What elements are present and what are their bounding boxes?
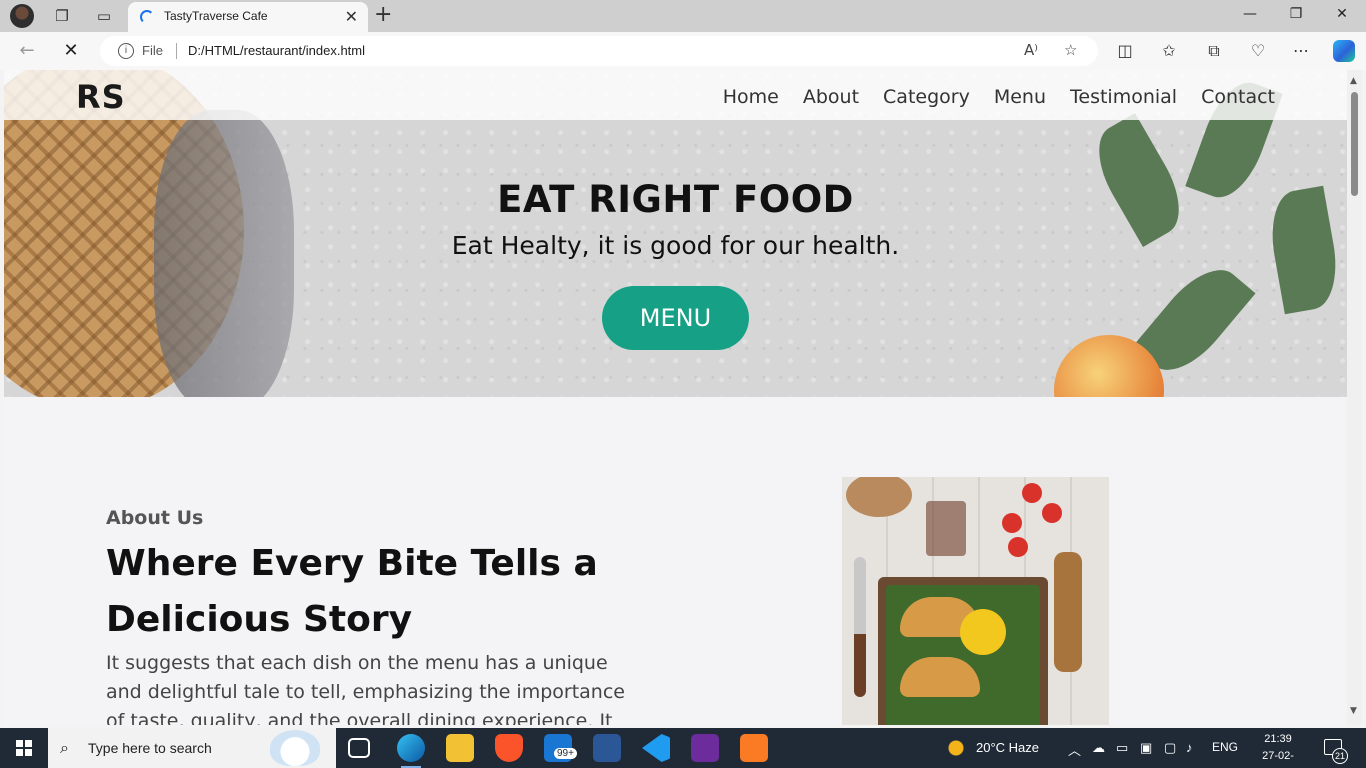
drink-glass: [926, 501, 966, 556]
close-tab-icon[interactable]: ✕: [345, 7, 358, 26]
food-tray: [878, 577, 1048, 725]
tomato: [1002, 513, 1022, 533]
battery-icon[interactable]: ▭: [1116, 740, 1128, 756]
word-icon[interactable]: [593, 734, 621, 762]
scroll-up-icon[interactable]: ▲: [1350, 76, 1357, 86]
visual-studio-icon[interactable]: [691, 734, 719, 762]
onedrive-icon[interactable]: ☁: [1092, 740, 1105, 756]
windows-start-icon[interactable]: [16, 740, 32, 756]
language-indicator[interactable]: ENG: [1212, 740, 1238, 754]
file-label: File: [142, 43, 163, 58]
nav-link-contact[interactable]: Contact: [1201, 86, 1275, 108]
device-icon[interactable]: ▢: [1164, 740, 1176, 756]
copilot-icon[interactable]: [1333, 40, 1355, 62]
about-title: Where Every Bite Tells a Delicious Story: [106, 543, 598, 640]
weather-icon[interactable]: [944, 736, 968, 760]
taskbar-clock[interactable]: 21:39 27-02-2024: [1250, 731, 1306, 768]
workspaces-icon[interactable]: ❐: [52, 6, 72, 26]
mail-badge: 99+: [554, 748, 577, 759]
url-text[interactable]: D:/HTML/restaurant/index.html: [188, 43, 365, 58]
tomato: [1022, 483, 1042, 503]
favorite-star-icon[interactable]: ☆: [1064, 41, 1077, 59]
nav-link-testimonial[interactable]: Testimonial: [1070, 86, 1177, 108]
task-view-icon[interactable]: [348, 738, 370, 758]
browser-tab-strip: ❐ ▭ TastyTraverse Cafe ✕ + — ❐ ✕: [0, 0, 1366, 32]
scroll-down-icon[interactable]: ▼: [1350, 706, 1357, 716]
close-window-icon[interactable]: ✕: [1332, 6, 1352, 22]
taskbar-search[interactable]: ⌕ Type here to search: [48, 728, 336, 768]
tomato: [1042, 503, 1062, 523]
nav-link-about[interactable]: About: [803, 86, 859, 108]
garlic-bowl: [846, 477, 912, 517]
file-explorer-icon[interactable]: [446, 734, 474, 762]
weather-text[interactable]: 20°C Haze: [976, 740, 1039, 755]
back-icon[interactable]: ←: [16, 40, 38, 62]
food-image: [842, 477, 1109, 725]
new-tab-icon[interactable]: +: [374, 4, 392, 26]
scrollbar-thumb[interactable]: [1351, 92, 1358, 196]
about-text: It suggests that each dish on the menu h…: [106, 652, 625, 725]
show-hidden-icons[interactable]: ︿: [1068, 740, 1081, 759]
nav-link-home[interactable]: Home: [723, 86, 779, 108]
collections-icon[interactable]: ⧉: [1203, 41, 1225, 61]
nav-links: Home About Category Menu Testimonial Con…: [723, 86, 1275, 108]
site-logo[interactable]: RS: [76, 78, 126, 116]
address-toolbar: ← ✕ i File D:/HTML/restaurant/index.html…: [0, 32, 1366, 70]
menu-button[interactable]: MENU: [602, 286, 749, 350]
more-icon[interactable]: ⋯: [1290, 41, 1312, 60]
notification-count: 21: [1332, 748, 1348, 764]
site-navbar: RS Home About Category Menu Testimonial …: [4, 70, 1347, 120]
nav-link-category[interactable]: Category: [883, 86, 970, 108]
search-icon: ⌕: [60, 738, 69, 757]
about-tag: About Us: [106, 507, 204, 529]
loading-spinner-icon: [140, 10, 154, 24]
knife: [854, 557, 866, 697]
hero-section: RS Home About Category Menu Testimonial …: [4, 70, 1347, 397]
edge-icon[interactable]: [397, 734, 425, 768]
xampp-icon[interactable]: [740, 734, 768, 762]
volume-icon[interactable]: ♪: [1186, 740, 1193, 755]
page-viewport: RS Home About Category Menu Testimonial …: [4, 70, 1347, 725]
clock-time: 21:39: [1264, 733, 1292, 745]
clock-date: 27-02-2024: [1262, 750, 1294, 768]
page-scrollbar[interactable]: ▲ ▼: [1347, 70, 1362, 725]
info-icon[interactable]: i: [118, 43, 134, 59]
split-screen-icon[interactable]: ◫: [1114, 41, 1136, 60]
stop-icon[interactable]: ✕: [60, 40, 82, 62]
nav-link-menu[interactable]: Menu: [994, 86, 1046, 108]
read-aloud-icon[interactable]: A⁾: [1024, 41, 1038, 59]
taskbar-search-placeholder: Type here to search: [88, 740, 212, 756]
search-highlight-image: [270, 730, 320, 766]
hero-title: EAT RIGHT FOOD: [497, 178, 854, 221]
taskbar: ⌕ Type here to search 99+ 20°C Haze ︿ ☁ …: [0, 728, 1366, 768]
minimize-icon[interactable]: —: [1240, 6, 1260, 22]
browser-tab[interactable]: TastyTraverse Cafe ✕: [128, 2, 368, 32]
profile-avatar[interactable]: [10, 4, 34, 28]
network-icon[interactable]: ▣: [1140, 740, 1152, 756]
pepper-mill: [1054, 552, 1082, 672]
tomato: [1008, 537, 1028, 557]
browser-essentials-icon[interactable]: ♡: [1247, 41, 1269, 60]
corn-bowl: [960, 609, 1006, 655]
favorites-icon[interactable]: ✩: [1158, 41, 1180, 60]
brave-icon[interactable]: [495, 734, 523, 762]
hero-content: EAT RIGHT FOOD Eat Healty, it is good fo…: [4, 178, 1347, 350]
vscode-icon[interactable]: [642, 734, 670, 762]
tab-actions-icon[interactable]: ▭: [94, 6, 114, 26]
address-separator: [176, 43, 177, 59]
restore-icon[interactable]: ❐: [1286, 6, 1306, 22]
tab-title: TastyTraverse Cafe: [164, 9, 268, 23]
address-bar[interactable]: i File D:/HTML/restaurant/index.html A⁾ …: [100, 36, 1098, 66]
hero-subtitle: Eat Healty, it is good for our health.: [451, 231, 900, 260]
